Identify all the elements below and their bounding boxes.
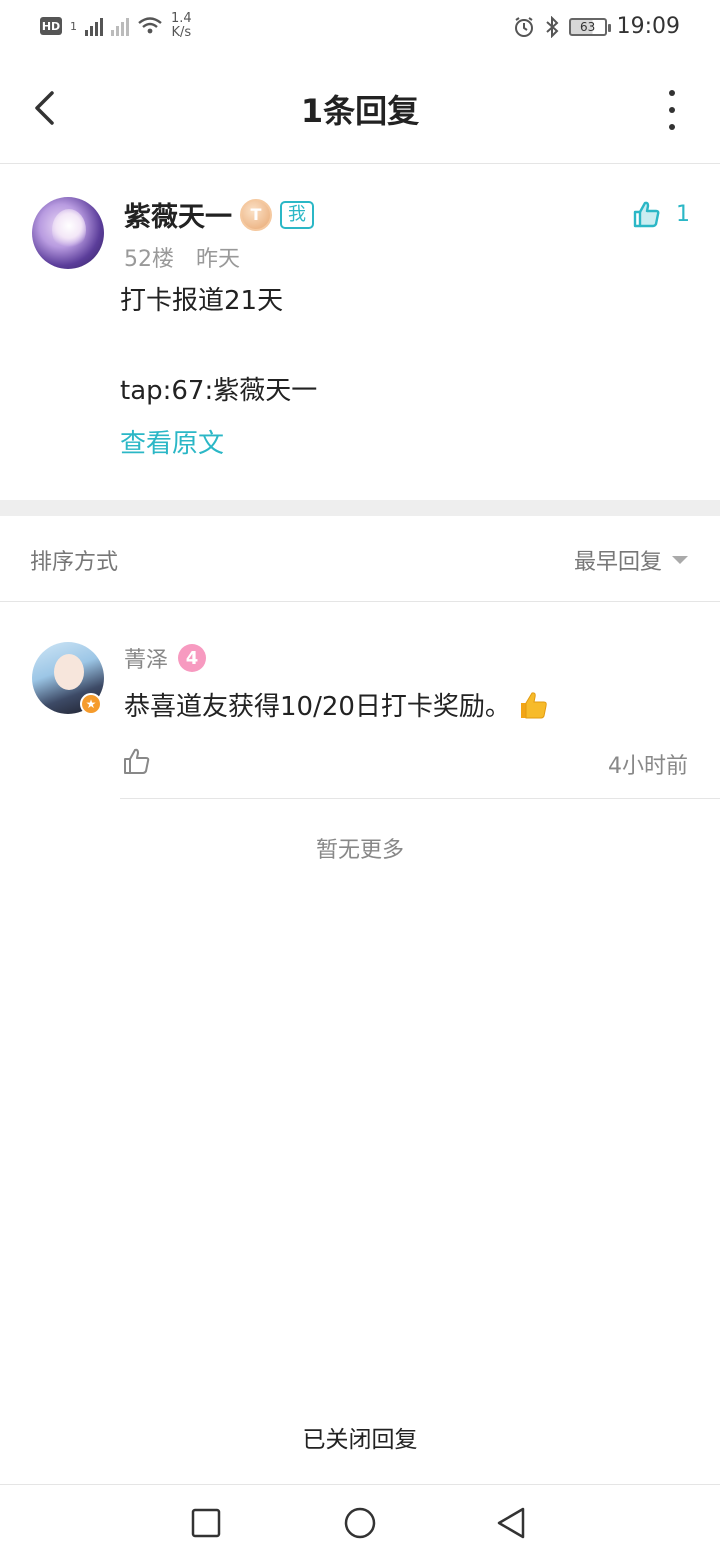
sim-indicator: 1 bbox=[70, 19, 77, 33]
battery-level: 63 bbox=[579, 19, 596, 34]
battery-icon: 63 bbox=[568, 17, 611, 36]
like-button[interactable]: 1 bbox=[632, 199, 690, 229]
recent-apps-icon[interactable] bbox=[188, 1505, 224, 1541]
star-badge-icon: ★ bbox=[80, 693, 102, 715]
reply-item: ★ 菁泽 4 恭喜道友获得10/20日打卡奖励。 4小时前 bbox=[0, 602, 720, 800]
sort-selected: 最早回复 bbox=[573, 550, 662, 575]
author-name[interactable]: 紫薇天一 bbox=[124, 195, 232, 234]
top-app-bar: 1条回复 bbox=[0, 56, 720, 164]
post-meta: 52楼 昨天 bbox=[124, 241, 240, 273]
thumbs-up-icon bbox=[633, 201, 660, 228]
section-divider bbox=[0, 500, 720, 516]
level-badge: 4 bbox=[178, 644, 207, 672]
net-speed-value: 1.4 bbox=[171, 11, 192, 26]
divider bbox=[120, 798, 720, 799]
closed-reply-bar: 已关闭回复 bbox=[302, 1427, 418, 1453]
no-more-text: 暂无更多 bbox=[315, 838, 404, 863]
hd-icon: HD bbox=[40, 17, 62, 35]
caret-down-icon bbox=[672, 556, 688, 564]
alarm-icon bbox=[514, 16, 533, 37]
reply-author-name[interactable]: 菁泽 bbox=[124, 642, 168, 674]
post-time: 昨天 bbox=[196, 247, 241, 272]
me-tag: 我 bbox=[280, 200, 314, 229]
floor-number: 52楼 bbox=[124, 247, 174, 272]
like-count: 1 bbox=[676, 201, 690, 227]
view-original-link[interactable]: 查看原文 bbox=[120, 423, 224, 460]
sort-row: 排序方式 最早回复 bbox=[0, 516, 720, 602]
system-nav-bar bbox=[0, 1484, 720, 1560]
clock: 19:09 bbox=[616, 14, 680, 39]
level-badge: T bbox=[240, 198, 272, 231]
page-title: 1条回复 bbox=[300, 92, 420, 130]
net-speed-unit: K/s bbox=[171, 25, 192, 40]
reply-text: 恭喜道友获得10/20日打卡奖励。 bbox=[124, 692, 511, 722]
reply-content: 恭喜道友获得10/20日打卡奖励。 bbox=[124, 686, 549, 723]
thumbs-up-emoji-icon bbox=[520, 691, 547, 718]
sort-label: 排序方式 bbox=[30, 550, 119, 575]
net-speed: 1.4 K/s bbox=[171, 12, 192, 40]
signal-secondary-icon bbox=[111, 16, 129, 36]
more-vertical-icon bbox=[669, 90, 675, 96]
status-right: 63 19:09 bbox=[513, 14, 680, 39]
home-icon[interactable] bbox=[342, 1505, 378, 1541]
status-bar: HD 1 1.4 K/s 63 19:09 bbox=[0, 0, 720, 56]
reply-author-line: 菁泽 4 bbox=[124, 642, 207, 674]
wifi-icon bbox=[138, 17, 162, 34]
more-options-button[interactable] bbox=[660, 90, 684, 130]
comment-content: 打卡报道21天 tap:67:紫薇天一 bbox=[120, 286, 318, 406]
reply-time: 4小时前 bbox=[608, 754, 688, 779]
author-line: 紫薇天一 T 我 bbox=[124, 195, 314, 234]
bluetooth-icon bbox=[545, 15, 559, 38]
sort-dropdown[interactable]: 最早回复 bbox=[574, 544, 688, 576]
main-comment: 紫薇天一 T 我 1 52楼 昨天 打卡报道21天 tap:67:紫薇天一 查看… bbox=[0, 165, 720, 501]
signal-5g-icon bbox=[85, 16, 103, 36]
avatar[interactable] bbox=[32, 197, 104, 269]
reply-like-button[interactable] bbox=[122, 746, 152, 776]
status-left: HD 1 1.4 K/s bbox=[40, 12, 192, 40]
thumbs-up-icon bbox=[124, 748, 150, 774]
back-triangle-icon[interactable] bbox=[494, 1505, 530, 1541]
